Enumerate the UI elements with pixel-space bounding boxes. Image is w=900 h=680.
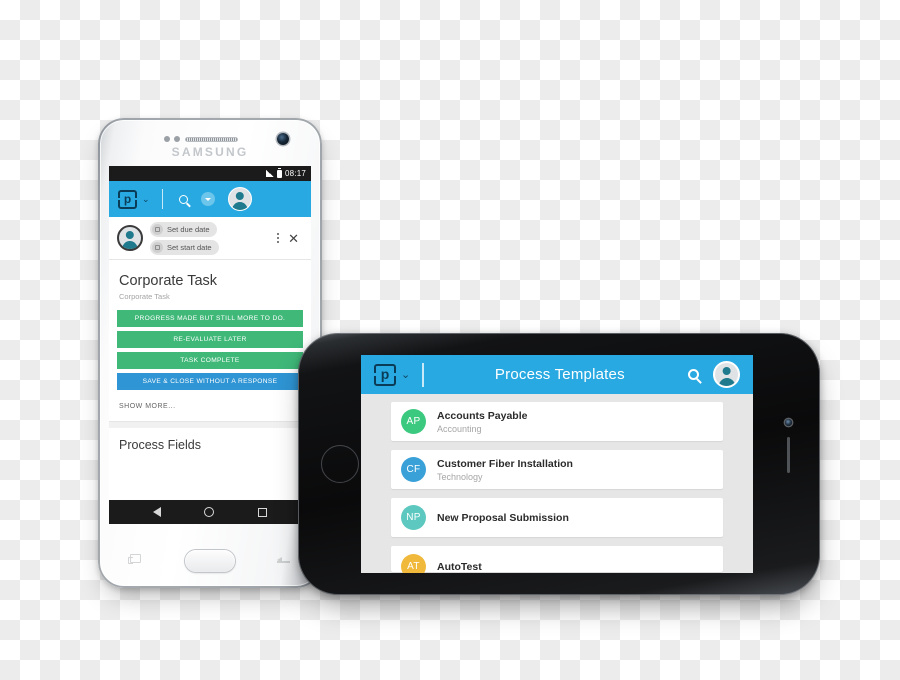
set-due-date-chip[interactable]: Set due date (150, 221, 217, 237)
template-name: New Proposal Submission (437, 511, 569, 524)
list-item[interactable]: AP Accounts Payable Accounting (391, 402, 723, 441)
user-avatar-icon[interactable] (228, 187, 253, 211)
samsung-app-bar: p ⌄ (109, 181, 311, 217)
samsung-content: Corporate Task Corporate Task PROGRESS M… (109, 260, 311, 452)
kebab-menu-icon[interactable] (276, 232, 280, 244)
template-initials-avatar: AP (401, 409, 426, 434)
search-icon[interactable] (688, 369, 699, 380)
task-action-buttons: PROGRESS MADE BUT STILL MORE TO DO. RE-E… (109, 310, 311, 390)
task-assignee-bar: Set due date Set start date ✕ (109, 217, 311, 260)
front-camera-icon (277, 133, 289, 145)
chip-label: Set due date (167, 224, 210, 234)
iphone-home-button[interactable] (321, 445, 359, 483)
dropdown-badge-icon[interactable] (201, 192, 216, 206)
samsung-top-bezel: SAMSUNG (98, 118, 322, 167)
front-camera-icon (785, 419, 792, 426)
status-bar-time: 08:17 (284, 169, 306, 178)
iphone-app-bar: p ⌄ Process Templates (361, 355, 753, 394)
chip-label: Set start date (167, 242, 212, 252)
process-logo-icon[interactable]: p (116, 189, 139, 209)
iphone-phone-mockup: p ⌄ Process Templates AP Accounts Payabl… (298, 333, 820, 595)
set-start-date-chip[interactable]: Set start date (150, 239, 219, 255)
android-status-bar: 08:17 (109, 166, 311, 181)
appbar-divider (422, 362, 424, 387)
list-item[interactable]: NP New Proposal Submission (391, 498, 723, 537)
home-icon[interactable] (204, 507, 215, 517)
samsung-screen: 08:17 p ⌄ Set due date Set start date ✕ … (109, 166, 311, 524)
user-avatar-icon[interactable] (713, 361, 740, 388)
recents-icon[interactable] (258, 507, 268, 517)
appbar-divider (161, 189, 164, 209)
action-progress-made-button[interactable]: PROGRESS MADE BUT STILL MORE TO DO. (117, 310, 303, 327)
signal-bars-icon (265, 170, 274, 177)
template-category: Technology (437, 471, 483, 482)
process-logo-icon[interactable]: p (372, 363, 398, 386)
chevron-down-icon[interactable]: ⌄ (401, 368, 410, 381)
list-item[interactable]: CF Customer Fiber Installation Technolog… (391, 450, 723, 489)
android-navigation-bar (109, 500, 311, 524)
earpiece-speaker-icon (787, 437, 790, 473)
proximity-sensor-icon (164, 136, 170, 142)
process-templates-list: AP Accounts Payable Accounting CF Custom… (361, 394, 753, 573)
back-icon[interactable] (152, 507, 161, 517)
template-initials-avatar: AT (401, 553, 426, 573)
scene: SAMSUNG 08:17 p ⌄ Set due date Set start… (0, 0, 900, 680)
calendar-icon (152, 223, 163, 235)
page-subtitle: Corporate Task (119, 292, 170, 301)
template-name: Customer Fiber Installation (437, 457, 573, 470)
template-initials-avatar: NP (401, 505, 426, 530)
close-icon[interactable]: ✕ (288, 232, 299, 245)
template-initials-avatar: CF (401, 457, 426, 482)
page-title: Process Templates (494, 366, 625, 383)
recents-capacitive-icon[interactable] (128, 554, 141, 564)
iphone-screen: p ⌄ Process Templates AP Accounts Payabl… (361, 355, 753, 573)
template-category: Accounting (437, 423, 482, 434)
light-sensor-icon (174, 136, 180, 142)
template-name: Accounts Payable (437, 409, 528, 422)
search-icon[interactable] (179, 194, 189, 204)
user-avatar-icon[interactable] (117, 225, 143, 251)
samsung-brand-label: SAMSUNG (171, 145, 249, 159)
section-divider (109, 421, 311, 428)
action-re-evaluate-later-button[interactable]: RE-EVALUATE LATER (117, 331, 303, 348)
show-more-link[interactable]: SHOW MORE... (109, 390, 311, 421)
list-item[interactable]: AT AutoTest (391, 546, 723, 573)
calendar-icon (152, 241, 163, 253)
back-capacitive-icon[interactable] (277, 557, 290, 563)
process-fields-heading: Process Fields (119, 438, 201, 452)
chevron-down-icon[interactable]: ⌄ (142, 194, 150, 205)
date-chips: Set due date Set start date (150, 221, 275, 255)
action-save-and-close-button[interactable]: SAVE & CLOSE WITHOUT A RESPONSE (117, 373, 303, 390)
samsung-bottom-bezel (98, 524, 322, 588)
battery-icon (276, 167, 282, 178)
action-task-complete-button[interactable]: TASK COMPLETE (117, 352, 303, 369)
samsung-phone-mockup: SAMSUNG 08:17 p ⌄ Set due date Set start… (98, 118, 322, 588)
earpiece-speaker-icon (185, 137, 238, 142)
page-title: Corporate Task (119, 273, 218, 289)
task-header: Corporate Task Corporate Task (109, 260, 311, 310)
template-name: AutoTest (437, 561, 482, 573)
samsung-home-button[interactable] (185, 550, 235, 572)
